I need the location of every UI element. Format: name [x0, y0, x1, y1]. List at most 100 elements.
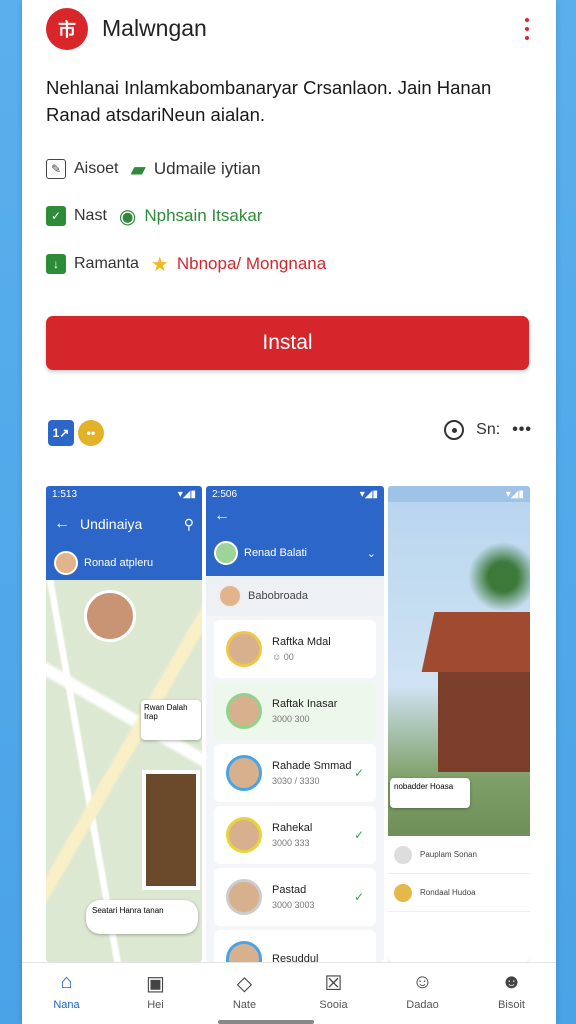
meta-value-text: Udmaile iytian [153, 159, 261, 178]
item-sub: 3000 300 [272, 714, 310, 724]
rating-badge-icon[interactable]: •• [78, 420, 104, 446]
search-icon: ⚲ [183, 515, 194, 532]
app-description: Nehlanai Inlamkabombanaryar Crsanlaon. J… [46, 77, 492, 125]
more-icon[interactable]: ••• [512, 421, 532, 439]
screenshot-2[interactable]: 2:506 ▾◢▮ ← Renad Balati ⌄ Babobroada Raf… [206, 486, 384, 962]
more-options-icon[interactable] [522, 18, 532, 40]
avatar [394, 883, 412, 902]
meta-row-2: ✓ Nast ◉ Nphsain Itsakar [46, 203, 262, 229]
meta-value[interactable]: ◉ Nphsain Itsakar [119, 204, 263, 229]
install-button[interactable]: Instal [46, 316, 529, 370]
avatar [226, 693, 262, 729]
back-arrow-icon: ← [214, 507, 230, 524]
item-sub: ☺ 00 [272, 652, 294, 662]
item-name: Resuddul [272, 953, 319, 962]
house-wall [438, 672, 530, 772]
nav-item-profile[interactable]: ☻ Bisoit [467, 963, 556, 1024]
shot-appbar: ← [206, 502, 384, 530]
screenshot-3[interactable]: ▾◢▮ nobadder Hoasa Pauplam Sonan Rondaal… [388, 486, 530, 962]
list-item: Resuddul [214, 930, 376, 962]
shot-appbar: ← Undinaiya ⚲ [46, 502, 202, 546]
map-card: Rwan Dalah Irap [141, 700, 201, 740]
meta-value-text: Nbnopa/ Mongnana [176, 254, 327, 273]
photo-card: nobadder Hoasa [390, 778, 470, 808]
screenshot-1[interactable]: 1:513 ▾◢▮ ← Undinaiya ⚲ Ronad atpleru Rwa… [46, 486, 202, 962]
list-item: Rahade Smmad 3030 / 3330 ✓ [214, 744, 376, 802]
nav-item-group[interactable]: ☺ Dadao [378, 963, 467, 1024]
nav-item-diamond[interactable]: ◇ Nate [200, 963, 289, 1024]
meta-value[interactable]: ★ Nbnopa/ Mongnana [151, 252, 326, 277]
list-item: Raftka Mdal ☺ 00 [214, 620, 376, 678]
check-icon: ✓ [46, 206, 66, 226]
diamond-icon: ◇ [236, 973, 253, 995]
avatar [394, 845, 412, 864]
map-photo [142, 770, 200, 890]
item-name: Raftak Inasar [272, 698, 338, 710]
avatar [226, 879, 262, 915]
avatar [226, 631, 262, 667]
home-indicator[interactable] [218, 1020, 314, 1024]
item-name: Rahekal [272, 822, 313, 834]
item-name: Rondaal Hudoa [420, 888, 476, 897]
map-avatar-pin [84, 590, 136, 642]
download-icon: ↓ [46, 254, 66, 274]
check-icon: ✓ [353, 766, 364, 780]
star-icon: ★ [150, 253, 169, 276]
item-name: Pastad [272, 884, 307, 896]
roof [421, 612, 530, 672]
status-bar: ▾◢▮ [388, 486, 530, 502]
item-sub: 3000 333 [272, 838, 310, 848]
nav-label: Dadao [406, 999, 439, 1011]
list-item: Pastad 3000 3003 ✓ [214, 868, 376, 926]
edit-icon: ✎ [46, 159, 66, 179]
nav-label: Nate [232, 999, 257, 1011]
box-icon: ☒ [324, 973, 343, 995]
screenshot-gallery[interactable]: 1:513 ▾◢▮ ← Undinaiya ⚲ Ronad atpleru Rwa… [46, 486, 530, 962]
avatar [218, 584, 242, 608]
app-detail-card: 市 Malwngan Nehlanai Inlamkabombanaryar C… [22, 0, 556, 1024]
item-sub: 3000 3003 [272, 900, 315, 910]
shot-subheader: Babobroada [206, 576, 384, 616]
app-header: 市 Malwngan [46, 8, 532, 50]
shot-chatbar: Renad Balati ⌄ [206, 530, 384, 576]
meta-label: Ramanta [74, 255, 139, 272]
signal-icon: ▾◢▮ [505, 489, 524, 500]
map-view: Rwan Dalah Irap Seatari Hanra tanan [46, 580, 202, 962]
signal-icon: ▾◢▮ [359, 489, 378, 500]
nav-item-box[interactable]: ☒ Sooia [289, 963, 378, 1024]
back-arrow-icon: ← [54, 515, 70, 532]
nav-label: Sooia [319, 999, 348, 1011]
home-icon: ⌂ [60, 971, 73, 993]
palm-tree [468, 542, 530, 612]
bottom-nav: ⌂ Nana ▣ Hei ◇ Nate ☒ Sooia ☺ Dadao ☻ Bisoit [22, 962, 556, 1024]
share-label[interactable]: Sn: [476, 421, 500, 439]
nav-label: Bisoit [498, 999, 525, 1011]
status-bar: 1:513 ▾◢▮ [46, 486, 202, 502]
list-item: Pauplam Sonan [388, 836, 530, 874]
meta-value[interactable]: ▰ Udmaile iytian [130, 157, 260, 182]
profile-icon: ☻ [500, 971, 523, 993]
meta-value-text: Nphsain Itsakar [144, 206, 263, 225]
badge-icon[interactable]: 1↗ [48, 420, 74, 446]
nav-item-gallery[interactable]: ▣ Hei [111, 963, 200, 1024]
item-sub: 3030 / 3330 [272, 776, 320, 786]
item-name: Raftka Mdal [272, 636, 331, 648]
status-time: 1:513 [52, 489, 78, 500]
item-name: Rahade Smmad [272, 760, 352, 772]
nav-item-home[interactable]: ⌂ Nana [22, 963, 111, 1024]
meta-label: Nast [74, 207, 107, 224]
avatar [54, 551, 78, 575]
avatar [214, 541, 238, 565]
chat-name: Ronad atpleru [84, 557, 154, 569]
app-logo-icon: 市 [46, 8, 88, 50]
avatar [226, 941, 262, 962]
nav-label: Nana [53, 999, 80, 1011]
meta-row-3: ↓ Ramanta ★ Nbnopa/ Mongnana [46, 251, 326, 277]
nav-label: Hei [147, 999, 164, 1011]
play-icon[interactable] [444, 420, 465, 440]
photo-list: Pauplam Sonan Rondaal Hudoa [388, 836, 530, 962]
list-item: Rondaal Hudoa [388, 874, 530, 912]
avatar [226, 817, 262, 853]
shot-chatbar: Ronad atpleru [46, 546, 202, 580]
chevron-down-icon: ⌄ [366, 547, 376, 560]
